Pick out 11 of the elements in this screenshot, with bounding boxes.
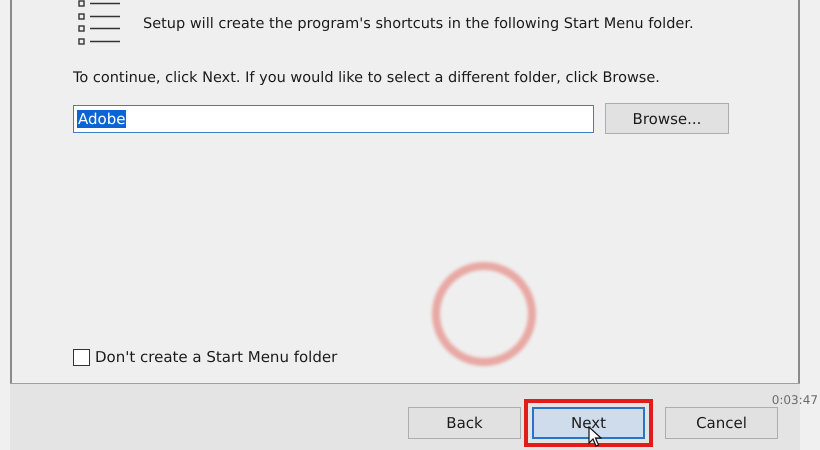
checkbox-label[interactable]: Don't create a Start Menu folder xyxy=(95,348,338,366)
dialog-button[interactable]: Next xyxy=(532,407,645,439)
checkbox[interactable] xyxy=(73,348,90,366)
header-text: Setup will create the program's shortcuts in the following Start Menu folder. xyxy=(143,16,694,32)
folder-field[interactable]: Adobe xyxy=(73,104,594,132)
dialog-button[interactable]: Cancel xyxy=(665,407,778,439)
instruction-text: To continue, click Next. If you would like to select a different folder, click Browse. xyxy=(73,70,661,86)
dialog-button[interactable]: Back xyxy=(408,407,521,439)
browse-button[interactable]: Browse... xyxy=(605,103,729,134)
video-time: 0:03:47 xyxy=(772,393,818,407)
click-ring-icon xyxy=(432,262,536,366)
